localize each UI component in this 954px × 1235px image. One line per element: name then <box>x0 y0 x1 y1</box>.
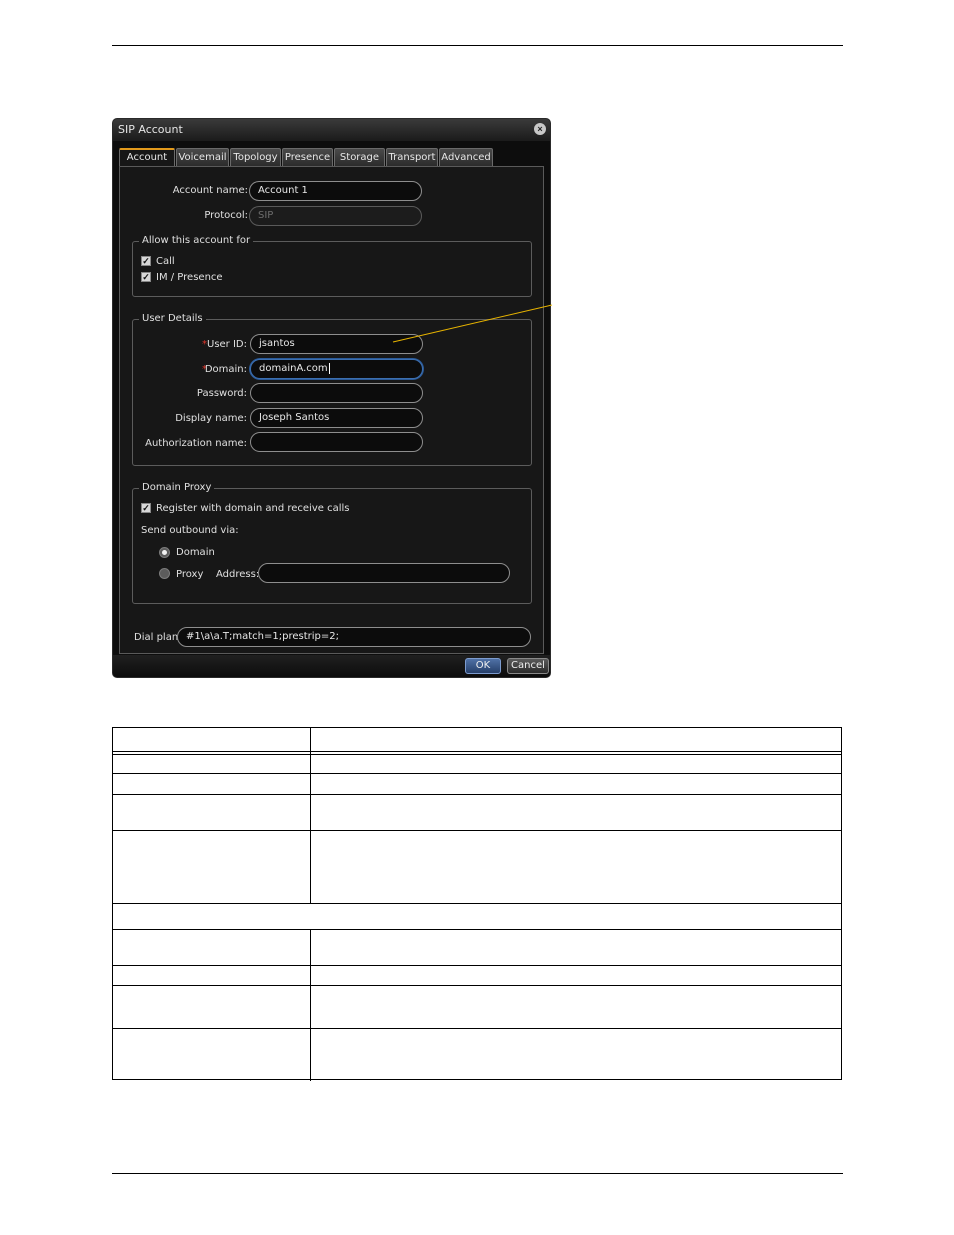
table-row-divider <box>113 751 841 752</box>
display-name-label: Display name: <box>175 413 247 424</box>
allow-account-group: Allow this account for ✓ Call ✓ IM / Pre… <box>132 235 532 297</box>
display-name-input[interactable]: Joseph Santos <box>250 408 423 428</box>
user-details-legend: User Details <box>139 313 206 324</box>
send-outbound-label: Send outbound via: <box>141 525 239 536</box>
protocol-label: Protocol: <box>204 210 248 221</box>
cancel-button[interactable]: Cancel <box>507 658 549 674</box>
field-description-table <box>112 727 842 1081</box>
im-presence-checkbox[interactable]: ✓ <box>141 272 151 282</box>
dial-plan-label: Dial plan: <box>134 632 182 643</box>
tab-account[interactable]: Account <box>119 148 175 166</box>
tab-topology[interactable]: Topology <box>230 148 281 166</box>
proxy-radio[interactable] <box>159 568 170 579</box>
domain-proxy-group: Domain Proxy ✓ Register with domain and … <box>132 482 532 604</box>
user-id-label: User ID: <box>207 339 247 350</box>
call-checkbox[interactable]: ✓ <box>141 256 151 266</box>
sip-account-dialog: SIP Account × Account Voicemail Topology… <box>112 118 551 678</box>
authorization-name-input[interactable] <box>250 432 423 452</box>
table-column-divider <box>310 728 311 903</box>
authorization-name-label: Authorization name: <box>145 438 247 449</box>
table-row-divider <box>113 929 841 930</box>
user-details-group: User Details * User ID: jsantos * Domain… <box>132 313 532 466</box>
account-name-label: Account name: <box>172 185 248 196</box>
register-checkbox[interactable]: ✓ <box>141 503 151 513</box>
address-label: Address: <box>216 569 260 580</box>
table-row-divider <box>113 965 841 966</box>
table-row-divider <box>113 985 841 986</box>
domain-input[interactable]: domainA.com <box>250 359 423 379</box>
table-row-divider <box>113 1028 841 1029</box>
footer-rule <box>112 1173 843 1174</box>
domain-radio[interactable] <box>159 547 170 558</box>
close-icon[interactable]: × <box>534 123 546 135</box>
domain-radio-label: Domain <box>176 547 215 558</box>
dialog-footer: OK Cancel <box>113 655 550 677</box>
allow-account-legend: Allow this account for <box>139 235 254 246</box>
tab-presence[interactable]: Presence <box>282 148 333 166</box>
title-bar[interactable]: SIP Account × <box>113 119 550 141</box>
table-row-divider <box>113 794 841 795</box>
text-caret <box>328 362 330 374</box>
domain-input-value: domainA.com <box>259 363 328 374</box>
dial-plan-input[interactable]: #1\a\a.T;match=1;prestrip=2; <box>177 627 531 647</box>
protocol-input: SIP <box>249 206 422 226</box>
tab-storage[interactable]: Storage <box>334 148 385 166</box>
ok-button[interactable]: OK <box>465 658 501 674</box>
domain-proxy-legend: Domain Proxy <box>139 482 215 493</box>
table-column-divider <box>310 929 311 1081</box>
header-rule <box>112 45 843 46</box>
proxy-address-input[interactable] <box>258 563 510 583</box>
domain-label: Domain: <box>204 364 247 375</box>
table-row-divider <box>113 903 841 904</box>
dialog-title: SIP Account <box>118 123 183 136</box>
user-id-input[interactable]: jsantos <box>250 334 423 354</box>
table-row-divider <box>113 830 841 831</box>
account-panel: Account name: Account 1 Protocol: SIP Al… <box>119 166 544 654</box>
table-row-divider <box>113 754 841 755</box>
tab-voicemail[interactable]: Voicemail <box>176 148 229 166</box>
call-label: Call <box>156 256 175 267</box>
account-name-input[interactable]: Account 1 <box>249 181 422 201</box>
register-label: Register with domain and receive calls <box>156 503 350 514</box>
password-label: Password: <box>196 388 247 399</box>
proxy-radio-label: Proxy <box>176 569 204 580</box>
table-row-divider <box>113 773 841 774</box>
password-input[interactable] <box>250 383 423 403</box>
im-presence-label: IM / Presence <box>156 272 223 283</box>
tab-transport[interactable]: Transport <box>386 148 438 166</box>
tab-advanced[interactable]: Advanced <box>439 148 493 166</box>
